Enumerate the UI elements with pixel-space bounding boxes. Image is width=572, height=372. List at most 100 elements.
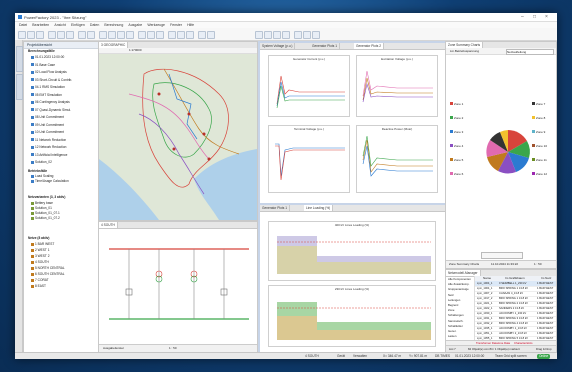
- substation-node[interactable]: [207, 157, 211, 161]
- simulation-icon[interactable]: [117, 31, 125, 39]
- help-icon[interactable]: [312, 31, 320, 39]
- plot-generator-current[interactable]: Generator Current (p.u.): [268, 55, 350, 117]
- side-tab-project[interactable]: [16, 46, 23, 72]
- tab-system-voltage[interactable]: System Voltage (p.u.): [260, 43, 296, 49]
- tree-item-scenario[interactable]: 05 EMT Simulation: [31, 93, 62, 97]
- tree-item-grid[interactable]: 4 SOUTH: [31, 260, 49, 264]
- export-icon[interactable]: [273, 31, 281, 39]
- tree-item-scenario[interactable]: 07 Quasi-Dynamic Simul.: [31, 108, 71, 112]
- tab-south[interactable]: 4 SOUTH: [99, 222, 118, 228]
- tab-generator-plots-2[interactable]: Generator Plots 2: [354, 43, 384, 49]
- tree-item-scenario[interactable]: 04.1 RMS Simulation: [31, 85, 65, 89]
- tree-item-scenario[interactable]: 01.01.2023 12:00:00: [31, 55, 64, 59]
- zoom-out-icon[interactable]: [177, 31, 185, 39]
- tree-item-variant[interactable]: Time/Usage Calculation: [31, 179, 69, 183]
- print-icon[interactable]: [282, 31, 290, 39]
- map-zoom-field[interactable]: 1:170000: [129, 48, 142, 53]
- maximize-button[interactable]: □: [533, 14, 536, 20]
- short-circuit-icon[interactable]: [108, 31, 116, 39]
- component-tree-item[interactable]: Gruppenanzeige: [448, 287, 469, 291]
- tree-section-scenarios[interactable]: Berechnungsfälle: [28, 49, 55, 53]
- tree-item-grid[interactable]: 8 EAST: [31, 284, 46, 288]
- geographic-map[interactable]: [99, 54, 257, 220]
- tree-item-grid[interactable]: 2 WEST 1: [31, 248, 49, 252]
- minimize-button[interactable]: –: [521, 14, 524, 20]
- tree-item-net[interactable]: Solution_01: [31, 206, 52, 210]
- load-flow-icon[interactable]: [99, 31, 107, 39]
- tree-item-scenario[interactable]: 10 Unit Commitment: [31, 130, 64, 134]
- zone-filter-dropdown[interactable]: Netzaufteilung: [506, 49, 554, 55]
- tree-item-variant[interactable]: Load Scaling: [31, 174, 53, 178]
- tree-item-grid[interactable]: 1 BAR WEST: [31, 242, 54, 246]
- table-icon[interactable]: [264, 31, 272, 39]
- open-icon[interactable]: [27, 31, 35, 39]
- component-tree-item[interactable]: Alle Komponenten: [448, 277, 471, 281]
- contingency-icon[interactable]: [126, 31, 134, 39]
- component-tree-item[interactable]: Alle Zusatzkomp.: [448, 282, 469, 286]
- tree-item-scenario[interactable]: Solution_02: [31, 160, 52, 164]
- new-icon[interactable]: [18, 31, 26, 39]
- chart-icon[interactable]: [255, 31, 263, 39]
- tree-section-variants[interactable]: Betriebsfälle: [28, 169, 47, 173]
- close-button[interactable]: ×: [545, 14, 548, 20]
- tree-item-grid[interactable]: 3 WEST 2: [31, 254, 49, 258]
- component-tree-item[interactable]: Leitungen: [448, 298, 460, 302]
- side-tab-data[interactable]: [16, 74, 23, 100]
- tree-item-grid[interactable]: 5 NORTH CENTRAL: [31, 266, 65, 270]
- tab-generator-plots-1[interactable]: Generator Plots 1: [310, 43, 340, 49]
- substation-node[interactable]: [172, 147, 176, 151]
- tree-item-grid[interactable]: 7 CORAT: [31, 278, 49, 282]
- plot-reactive-power[interactable]: Reactive Power (Mvar): [356, 125, 438, 193]
- save-icon[interactable]: [36, 31, 44, 39]
- substation-node[interactable]: [187, 112, 191, 116]
- plot-230kv-loading[interactable]: 230 kV Lines Loading (%): [268, 285, 436, 347]
- component-tree-item[interactable]: Gener.: [448, 329, 456, 333]
- tab-line-loading[interactable]: Line Loading (%): [304, 205, 334, 211]
- plot-terminal-voltage[interactable]: Terminal Voltage (p.u.): [268, 125, 350, 193]
- component-tree-item[interactable]: Begrenz.: [448, 303, 459, 307]
- paste-icon[interactable]: [66, 31, 74, 39]
- tree-item-scenario[interactable]: 09 Unit Commitment: [31, 123, 64, 127]
- grid-icon[interactable]: [198, 31, 206, 39]
- report-icon[interactable]: [138, 31, 146, 39]
- substation-node[interactable]: [157, 92, 161, 96]
- layers-icon[interactable]: [207, 31, 215, 39]
- settings-icon[interactable]: [156, 31, 164, 39]
- tree-item-net[interactable]: Solution_01_07.2: [31, 216, 60, 220]
- tree-item-net[interactable]: Solution_01_07.1: [31, 211, 60, 215]
- zoom-fit-icon[interactable]: [186, 31, 194, 39]
- tab-generator-plots-1[interactable]: Generator Plots 1: [260, 205, 290, 211]
- component-tree-item[interactable]: Sammelsch.: [448, 319, 463, 323]
- cut-icon[interactable]: [48, 31, 56, 39]
- component-tree-item[interactable]: Netz: [448, 293, 454, 297]
- tree-item-net[interactable]: Bettery base: [31, 201, 53, 205]
- tree-item-scenario[interactable]: 12 Network Reduction: [31, 145, 66, 149]
- output-window-label[interactable]: Ausgabefenster: [103, 346, 124, 351]
- plot-icon[interactable]: [147, 31, 155, 39]
- zoom-in-icon[interactable]: [168, 31, 176, 39]
- single-line-diagram[interactable]: [99, 229, 257, 341]
- zone-footer-tab[interactable]: Zone Summary Charts: [449, 262, 479, 267]
- component-tree-item[interactable]: Lasten: [448, 334, 456, 338]
- filter-icon[interactable]: [294, 31, 302, 39]
- tree-item-scenario[interactable]: 08 Unit Commitment: [31, 115, 64, 119]
- substation-node[interactable]: [202, 132, 206, 136]
- tree-item-scenario[interactable]: 13 Artificial Intelligence: [31, 153, 67, 157]
- undo-icon[interactable]: [78, 31, 86, 39]
- zone-pie-chart[interactable]: [446, 56, 556, 248]
- tree-section-grids[interactable]: Netze (8 aktiv): [28, 236, 49, 240]
- copy-icon[interactable]: [57, 31, 65, 39]
- tree-item-grid[interactable]: 6 SOUTH CENTRAL: [31, 272, 65, 276]
- zone-legend-button[interactable]: [481, 252, 523, 259]
- component-tree-item[interactable]: Zone: [448, 308, 454, 312]
- plot-400kv-loading[interactable]: 400 kV Lines Loading (%): [268, 221, 436, 281]
- tree-item-scenario[interactable]: 02 Load Flow Analysis: [31, 70, 67, 74]
- search-icon[interactable]: [303, 31, 311, 39]
- plot-excitation-voltage[interactable]: Excitation Voltage (p.u.): [356, 55, 438, 117]
- redo-icon[interactable]: [87, 31, 95, 39]
- tree-item-scenario[interactable]: 11 Network Reduction: [31, 138, 66, 142]
- component-tree-item[interactable]: Schaltungen: [448, 313, 464, 317]
- component-tree-item[interactable]: Schaltfelder: [448, 324, 463, 328]
- tree-item-scenario[interactable]: 01 Base Case: [31, 63, 55, 67]
- tree-section-netvariants[interactable]: Netzvarianten (3, 3 aktiv): [28, 195, 65, 199]
